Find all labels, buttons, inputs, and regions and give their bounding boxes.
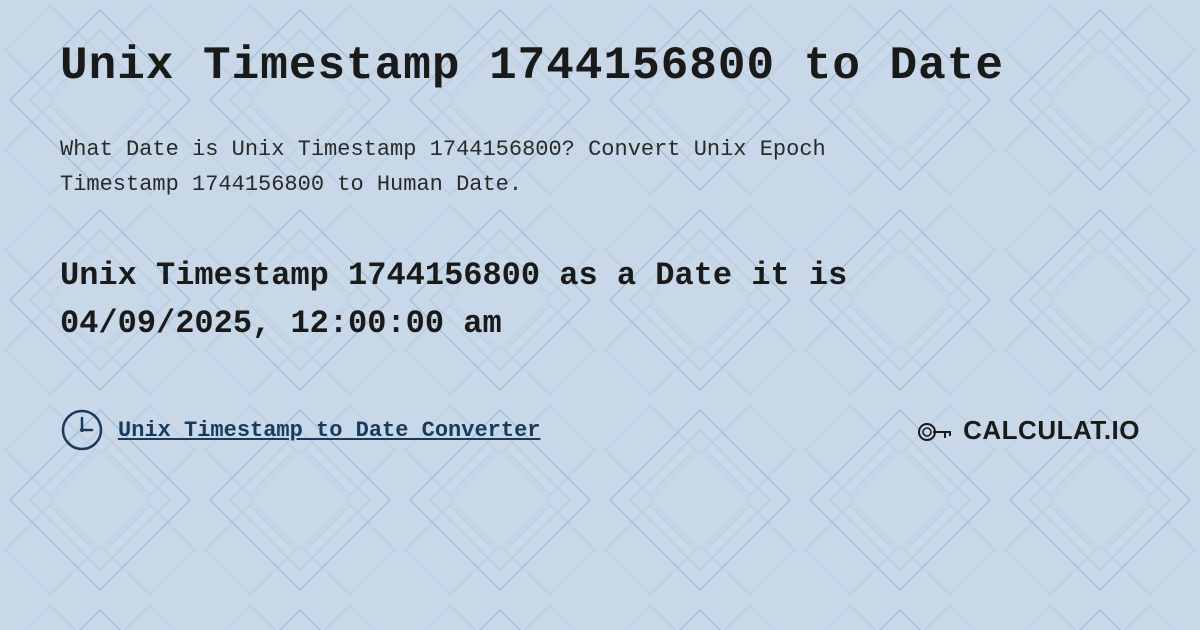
logo-text: CALCULAT.IO bbox=[963, 415, 1140, 446]
footer: Unix Timestamp to Date Converter CALCULA… bbox=[60, 408, 1140, 452]
calculatio-icon bbox=[915, 410, 955, 450]
footer-link-text[interactable]: Unix Timestamp to Date Converter bbox=[118, 418, 540, 443]
footer-link-area[interactable]: Unix Timestamp to Date Converter bbox=[60, 408, 540, 452]
conversion-result: Unix Timestamp 1744156800 as a Date it i… bbox=[60, 252, 1010, 348]
page-description: What Date is Unix Timestamp 1744156800? … bbox=[60, 132, 960, 202]
logo-area: CALCULAT.IO bbox=[915, 410, 1140, 450]
clock-icon bbox=[60, 408, 104, 452]
page-title: Unix Timestamp 1744156800 to Date bbox=[60, 40, 1140, 92]
